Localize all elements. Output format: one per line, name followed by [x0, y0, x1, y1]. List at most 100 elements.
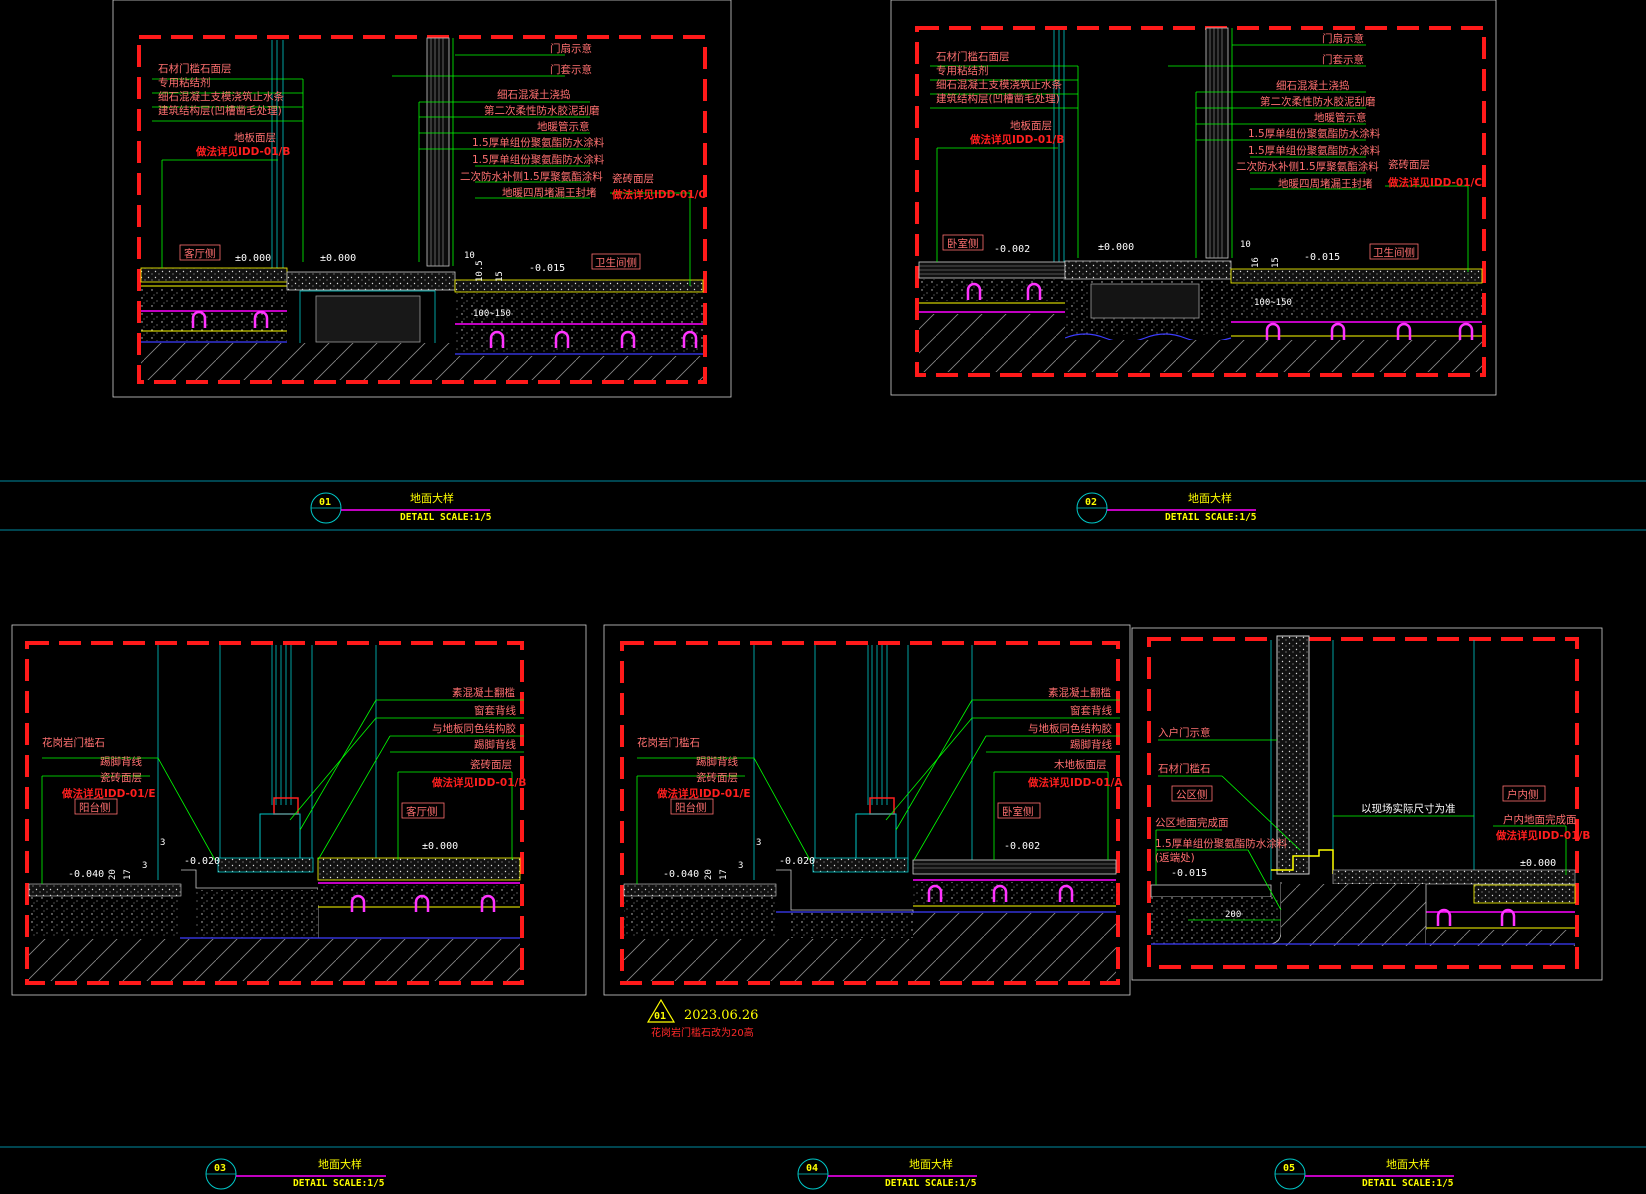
label-05-left-4: (返端处) [1155, 851, 1195, 864]
dim-01-d: 100~150 [473, 309, 511, 319]
label-04-left-0: 花岗岩门槛石 [637, 736, 700, 749]
detail-04-number: 04 [806, 1163, 818, 1174]
room-04-left: 阳台侧 [675, 801, 707, 814]
title-block-03: 03 地面大样 DETAIL SCALE:1/5 [205, 1157, 386, 1190]
label-03-right-0: 素混凝土翻槛 [452, 686, 515, 699]
label-01-left-1: 专用粘结剂 [158, 76, 211, 89]
label-01-right-3: 第二次柔性防水胶泥刮磨 [484, 104, 600, 117]
cad-drawing-canvas: 石材门槛石面层 专用粘结剂 细石混凝土支模浇筑止水条 建筑结构层(凹槽凿毛处理)… [0, 0, 1646, 1190]
label-04-right-0: 素混凝土翻槛 [1048, 686, 1111, 699]
label-04-floor-0: 木地板面层 [1054, 758, 1107, 771]
elev-01-b: ±0.000 [320, 253, 356, 264]
dim-04-c: 17 [719, 869, 729, 880]
elev-04-c: -0.002 [1004, 841, 1040, 852]
detail-02-subtitle: DETAIL SCALE:1/5 [1165, 512, 1257, 523]
dim-02-c: 15 [1271, 257, 1281, 268]
label-02-tile-0: 瓷砖面层 [1388, 158, 1430, 171]
title-block-01: 01 地面大样 DETAIL SCALE:1/5 [310, 491, 492, 524]
label-02-floor-0: 地板面层 [1010, 119, 1052, 132]
revision-tag: 01 [654, 1011, 666, 1022]
room-02-right: 卫生间侧 [1373, 246, 1415, 259]
label-04-right-2: 与地板同色结构胶 [1028, 722, 1112, 735]
label-01-left-0: 石材门槛石面层 [158, 62, 232, 75]
detail-01-subtitle: DETAIL SCALE:1/5 [400, 512, 492, 523]
label-03-left-0: 花岗岩门槛石 [42, 736, 105, 749]
label-01-right-8: 地暖四周堵漏王封堵 [502, 186, 597, 199]
revision-note: 01 2023.06.26 花岗岩门槛石改为20高 [646, 998, 758, 1039]
dim-01-c: 15 [495, 271, 505, 282]
dim-03-c: 17 [123, 869, 133, 880]
label-03-floor-0: 瓷砖面层 [470, 758, 512, 771]
elev-01-c: -0.015 [529, 263, 565, 274]
detail-05-title: 地面大样 [1386, 1157, 1430, 1171]
room-04-right: 卧室侧 [1002, 805, 1034, 818]
dim-04-d: 3 [738, 861, 743, 871]
room-01-left: 客厅侧 [184, 247, 216, 260]
elev-02-a: -0.002 [994, 244, 1030, 255]
elev-01-a: ±0.000 [235, 253, 271, 264]
label-02-right-2: 细石混凝土浇捣 [1276, 79, 1350, 92]
elev-02-c: -0.015 [1304, 252, 1340, 263]
label-02-right-5: 1.5厚单组份聚氨酯防水涂料 [1248, 127, 1381, 140]
label-03-left-1: 踢脚背线 [100, 755, 142, 768]
label-01-right-6: 1.5厚单组份聚氨酯防水涂料 [472, 153, 605, 166]
label-03-right-3: 踢脚背线 [474, 738, 516, 751]
elev-03-a: -0.040 [68, 869, 104, 880]
label-02-left-1: 专用粘结剂 [936, 64, 989, 77]
elev-04-b: -0.020 [779, 856, 815, 867]
detail-05: 入户门示意 石材门槛石 公区侧 公区地面完成面 1.5厚单组份聚氨酯防水涂料 (… [1131, 627, 1603, 981]
detail-05-number: 05 [1283, 1163, 1295, 1174]
label-04-left-3: 做法详见IDD-01/E [656, 787, 751, 800]
label-02-right-0: 门扇示意 [1322, 32, 1364, 45]
label-01-floor-0: 地板面层 [234, 131, 276, 144]
dim-02-b: 16 [1251, 257, 1261, 268]
detail-01-number: 01 [319, 497, 331, 508]
dim-03-a: 3 [160, 838, 165, 848]
label-04-right-1: 窗套背线 [1070, 704, 1112, 717]
label-03-left-3: 做法详见IDD-01/E [61, 787, 156, 800]
room-02-left: 卧室侧 [947, 237, 979, 250]
elev-03-c: ±0.000 [422, 841, 458, 852]
label-05-left-1: 石材门槛石 [1158, 762, 1211, 775]
elev-02-b: ±0.000 [1098, 242, 1134, 253]
label-05-left-2: 公区地面完成面 [1155, 816, 1229, 829]
label-02-right-6: 1.5厚单组份聚氨酯防水涂料 [1248, 144, 1381, 157]
label-04-floor-1: 做法详见IDD-01/A [1027, 776, 1123, 789]
detail-01: 石材门槛石面层 专用粘结剂 细石混凝土支模浇筑止水条 建筑结构层(凹槽凿毛处理)… [112, 0, 732, 398]
label-03-right-2: 与地板同色结构胶 [432, 722, 516, 735]
detail-03-number: 03 [214, 1163, 226, 1174]
label-04-right-3: 踢脚背线 [1070, 738, 1112, 751]
label-02-left-2: 细石混凝土支模浇筑止水条 [936, 78, 1062, 91]
label-05-left-3: 1.5厚单组份聚氨酯防水涂料 [1155, 837, 1288, 850]
label-02-right-3: 第二次柔性防水胶泥刮磨 [1260, 95, 1376, 108]
note-05-center: 以现场实际尺寸为准 [1361, 802, 1456, 815]
room-05-left: 公区侧 [1176, 788, 1208, 801]
detail-03-subtitle: DETAIL SCALE:1/5 [293, 1178, 385, 1189]
label-03-left-2: 瓷砖面层 [100, 771, 142, 784]
label-02-tile-1: 做法详见IDD-01/C [1387, 176, 1482, 189]
label-05-left-0: 入户门示意 [1158, 726, 1211, 739]
label-04-left-1: 踢脚背线 [696, 755, 738, 768]
elev-05-b: ±0.000 [1520, 858, 1556, 869]
label-02-right-1: 门套示意 [1322, 53, 1364, 66]
room-03-left: 阳台侧 [79, 801, 111, 814]
label-01-tile-0: 瓷砖面层 [612, 172, 654, 185]
label-05-floor-0: 户内地面完成面 [1503, 813, 1577, 826]
detail-04: 花岗岩门槛石 踢脚背线 瓷砖面层 做法详见IDD-01/E 阳台侧 素混凝土翻槛… [603, 624, 1131, 996]
title-block-02: 02 地面大样 DETAIL SCALE:1/5 [1076, 491, 1257, 524]
dim-03-b: 20 [108, 869, 118, 880]
label-03-floor-1: 做法详见IDD-01/B [431, 776, 526, 789]
label-02-right-4: 地暖管示意 [1314, 111, 1367, 124]
dim-05-a: 200 [1225, 910, 1241, 920]
room-05-right: 户内侧 [1507, 788, 1539, 801]
detail-02-number: 02 [1085, 497, 1097, 508]
label-01-floor-1: 做法详见IDD-01/B [195, 145, 290, 158]
room-03-right: 客厅侧 [406, 805, 438, 818]
detail-02: 石材门槛石面层 专用粘结剂 细石混凝土支模浇筑止水条 建筑结构层(凹槽凿毛处理)… [890, 0, 1497, 396]
label-01-right-2: 细石混凝土浇捣 [497, 88, 571, 101]
dim-04-b: 20 [704, 869, 714, 880]
label-01-tile-1: 做法详见IDD-01/C [611, 188, 706, 201]
label-01-left-2: 细石混凝土支模浇筑止水条 [158, 90, 284, 103]
dim-01-a: 10 [464, 251, 475, 261]
label-01-right-5: 1.5厚单组份聚氨酯防水涂料 [472, 136, 605, 149]
